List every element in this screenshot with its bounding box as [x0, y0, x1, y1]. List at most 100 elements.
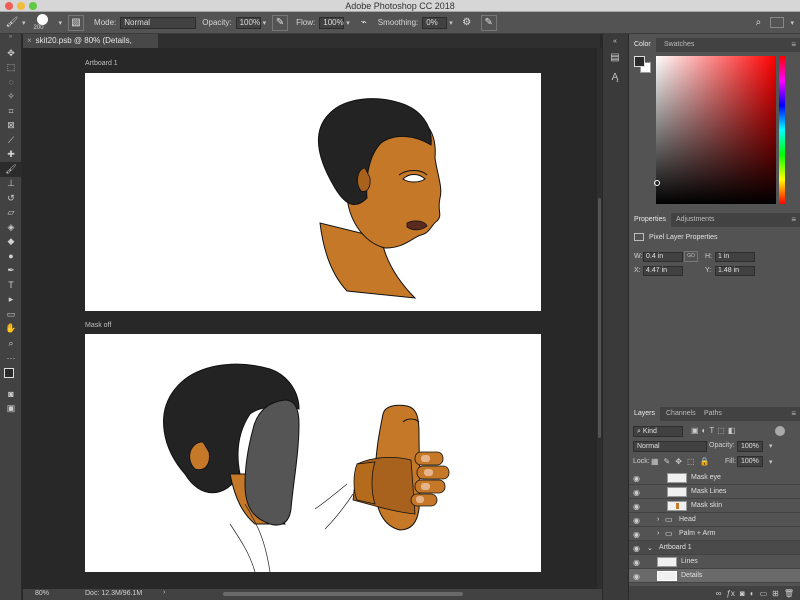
frame-tool-icon[interactable]: ⊠	[0, 119, 22, 134]
layer-row[interactable]: ◉ Mask Lines	[629, 485, 800, 499]
layer-opacity-field[interactable]: 100%	[737, 441, 763, 452]
chevron-down-icon[interactable]: ▾	[769, 458, 773, 466]
chevron-right-icon[interactable]: ›	[657, 530, 659, 537]
history-panel-icon[interactable]: ▤	[608, 52, 622, 66]
blend-mode-select[interactable]: Normal	[633, 441, 707, 452]
smoothing-gear-icon[interactable]: ⚙	[459, 15, 475, 31]
quick-select-tool-icon[interactable]: ✧	[0, 90, 22, 105]
pressure-opacity-icon[interactable]: ✎	[272, 14, 289, 31]
layer-row[interactable]: ◉ Lines	[629, 555, 800, 569]
close-tab-icon[interactable]: ×	[27, 36, 32, 45]
screen-mode-icon[interactable]: ▣	[0, 402, 22, 417]
panel-color-swatches[interactable]	[634, 56, 652, 74]
more-tools-icon[interactable]: ···	[0, 351, 22, 366]
workspace-icon[interactable]	[770, 17, 785, 28]
smoothing-field[interactable]: 0%	[422, 16, 448, 29]
flow-field[interactable]: 100%	[319, 16, 345, 29]
hand-tool-icon[interactable]: ✋	[0, 322, 22, 337]
move-tool-icon[interactable]: ✥	[0, 46, 22, 61]
panel-foreground-swatch[interactable]	[634, 56, 645, 67]
layer-group-row[interactable]: ◉ › ▭ Palm + Arm	[629, 527, 800, 541]
panel-collapse-icon[interactable]: »	[0, 34, 21, 46]
eye-icon[interactable]: ◉	[633, 572, 640, 581]
chevron-down-icon[interactable]: ▾	[769, 442, 773, 450]
hue-slider[interactable]	[779, 56, 785, 204]
panel-collapse-icon[interactable]: «	[608, 38, 622, 52]
panel-menu-icon[interactable]: ≡	[791, 409, 796, 418]
eraser-tool-icon[interactable]: ▱	[0, 206, 22, 221]
healing-tool-icon[interactable]: ✚	[0, 148, 22, 163]
history-brush-tool-icon[interactable]: ↺	[0, 191, 22, 206]
doc-size[interactable]: Doc: 12.3M/96.1M	[85, 590, 142, 597]
layer-filter-icons[interactable]: ▣◐T⬚◧	[691, 426, 738, 435]
chevron-down-icon[interactable]: ▾	[263, 19, 267, 27]
brush-tool-icon[interactable]: 🖌	[0, 162, 22, 177]
eyedropper-tool-icon[interactable]: ⟋	[0, 133, 22, 148]
path-select-tool-icon[interactable]: ▸	[0, 293, 22, 308]
layer-row[interactable]: ◉ Mask eye	[629, 471, 800, 485]
layer-row[interactable]: ◉ Mask skin	[629, 499, 800, 513]
adjustment-layer-icon[interactable]: ◐	[750, 589, 755, 598]
new-layer-icon[interactable]: ⊞	[772, 589, 779, 598]
tab-paths[interactable]: Paths	[699, 407, 727, 421]
height-field[interactable]: 1 in	[715, 252, 755, 262]
quick-mask-icon[interactable]: ◙	[0, 387, 22, 402]
horizontal-scroll-thumb[interactable]	[223, 592, 463, 596]
dodge-tool-icon[interactable]: ●	[0, 249, 22, 264]
eye-icon[interactable]: ◉	[633, 544, 640, 553]
tab-properties[interactable]: Properties	[629, 213, 671, 227]
brush-tool-preset-icon[interactable]: 🖌	[4, 15, 20, 31]
pressure-size-icon[interactable]: ✎	[480, 14, 497, 31]
pen-tool-icon[interactable]: ✒	[0, 264, 22, 279]
vertical-scroll-thumb[interactable]	[598, 198, 601, 438]
tab-adjustments[interactable]: Adjustments	[671, 213, 720, 227]
fill-field[interactable]: 100%	[737, 456, 763, 467]
artboard-row[interactable]: ◉ ⌄ Artboard 1	[629, 541, 800, 555]
layer-group-row[interactable]: ◉ › ▭ Head	[629, 513, 800, 527]
artboard-1[interactable]	[85, 73, 541, 311]
marquee-tool-icon[interactable]: ⬚	[0, 61, 22, 76]
airbrush-icon[interactable]: ⌁	[356, 15, 372, 31]
color-saturation-field[interactable]	[656, 56, 776, 204]
panel-menu-icon[interactable]: ≡	[791, 40, 796, 49]
type-tool-icon[interactable]: T	[0, 278, 22, 293]
lasso-tool-icon[interactable]: ◌	[0, 75, 22, 90]
x-field[interactable]: 4.47 in	[643, 266, 683, 276]
chevron-down-icon[interactable]: ▾	[449, 19, 453, 27]
link-dimensions-button[interactable]: GO	[684, 251, 698, 262]
width-field[interactable]: 0.4 in	[643, 252, 683, 262]
layer-filter-select[interactable]: ⌕ Kind	[633, 426, 683, 437]
document-tab[interactable]: ×skit20.psb @ 80% (Details, RGB/8)	[23, 34, 158, 59]
canvas-area[interactable]: Artboard 1 Mask off	[23, 48, 597, 589]
eye-icon[interactable]: ◉	[633, 474, 640, 483]
blur-tool-icon[interactable]: ◆	[0, 235, 22, 250]
y-field[interactable]: 1.48 in	[715, 266, 755, 276]
eye-icon[interactable]: ◉	[633, 530, 640, 539]
zoom-tool-icon[interactable]: ⌕	[0, 336, 22, 351]
color-picker-cursor[interactable]	[654, 180, 660, 186]
artboard-2[interactable]	[85, 334, 541, 572]
vertical-scrollbar[interactable]	[597, 48, 602, 589]
trash-icon[interactable]: 🗑	[784, 589, 794, 598]
tab-channels[interactable]: Channels	[661, 407, 701, 421]
lock-icons[interactable]: ▦✎✥⬚🔒	[651, 457, 714, 466]
crop-tool-icon[interactable]: ⌗	[0, 104, 22, 119]
tab-color[interactable]: Color	[629, 38, 656, 52]
chevron-down-icon[interactable]: ⌄	[647, 544, 653, 552]
brush-settings-icon[interactable]: ▧	[68, 14, 85, 31]
eye-icon[interactable]: ◉	[633, 558, 640, 567]
eye-icon[interactable]: ◉	[633, 516, 640, 525]
layer-mask-icon[interactable]: ◙	[740, 589, 745, 598]
status-menu-icon[interactable]: ›	[163, 589, 165, 596]
tab-layers[interactable]: Layers	[629, 407, 661, 421]
mode-select[interactable]: Normal	[120, 16, 197, 29]
chevron-down-icon[interactable]: ▾	[22, 19, 26, 27]
opacity-field[interactable]: 100%	[235, 16, 261, 29]
chevron-down-icon[interactable]: ▾	[346, 19, 350, 27]
brush-size-picker[interactable]: 200	[32, 13, 54, 33]
color-swatches[interactable]	[0, 365, 21, 387]
chevron-down-icon[interactable]: ▾	[59, 19, 63, 27]
tab-swatches[interactable]: Swatches	[659, 38, 699, 52]
chevron-down-icon[interactable]: ▾	[790, 19, 794, 27]
eye-icon[interactable]: ◉	[633, 488, 640, 497]
